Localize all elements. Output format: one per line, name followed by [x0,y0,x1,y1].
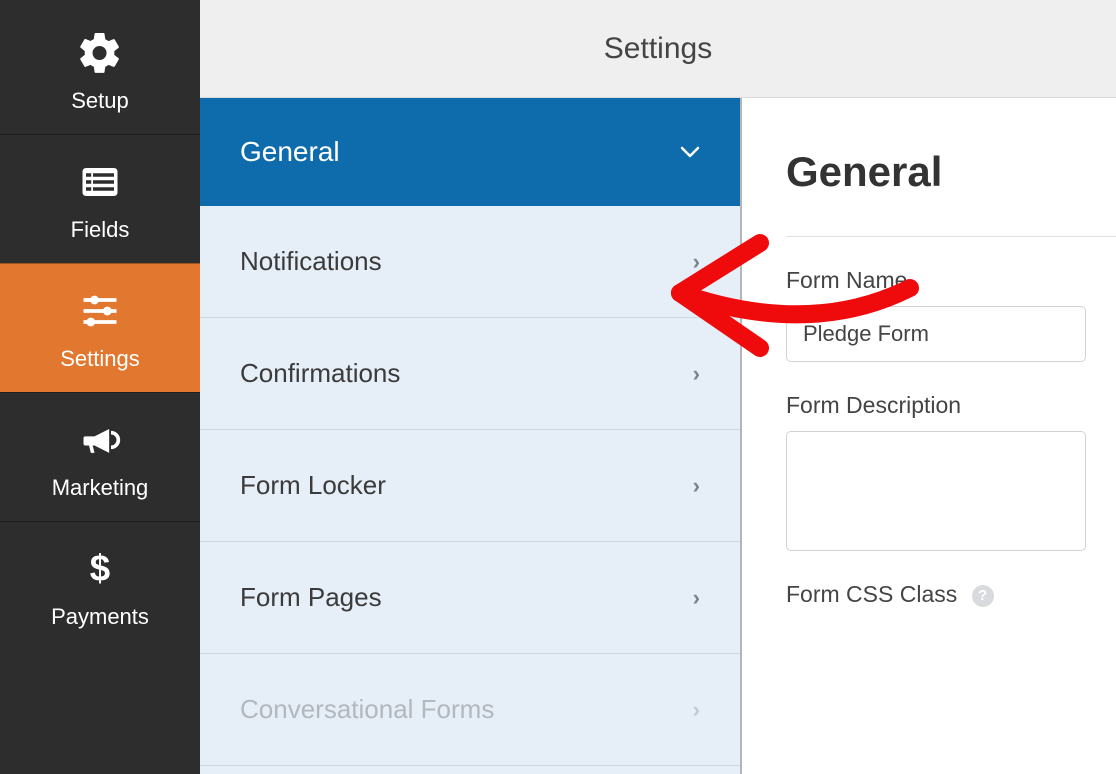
field-form-css-class: Form CSS Class ? [786,581,1116,608]
form-css-class-label: Form CSS Class ? [786,581,1116,608]
field-form-description: Form Description [786,392,1116,551]
chevron-right-icon: › [693,697,700,723]
content-heading: General [786,148,1116,196]
form-name-label: Form Name [786,267,1116,294]
settings-item-label: Notifications [240,246,382,277]
sidebar-item-settings[interactable]: Settings [0,263,200,392]
settings-item-conversational-forms[interactable]: Conversational Forms › [200,654,740,766]
settings-item-label: Form Locker [240,470,386,501]
bullhorn-icon [75,415,125,465]
sidebar-item-marketing[interactable]: Marketing [0,392,200,521]
settings-item-label: Confirmations [240,358,400,389]
sidebar-item-fields[interactable]: Fields [0,134,200,263]
settings-item-label: Form Pages [240,582,382,613]
help-icon[interactable]: ? [972,585,994,607]
divider [786,236,1116,237]
chevron-right-icon: › [693,585,700,611]
content-panel: General Form Name Form Description Form … [742,98,1116,774]
topbar: Settings [200,0,1116,98]
settings-item-confirmations[interactable]: Confirmations › [200,318,740,430]
sliders-icon [75,286,125,336]
sidebar: Setup Fields Settings Marketing $ Paymen… [0,0,200,774]
dollar-icon: $ [75,544,125,594]
panels: General Notifications › Confirmations › … [200,98,1116,774]
settings-submenu: General Notifications › Confirmations › … [200,98,742,774]
settings-item-label: General [240,136,340,168]
settings-item-general[interactable]: General [200,98,740,206]
settings-item-label: Conversational Forms [240,694,494,725]
field-form-name: Form Name [786,267,1116,362]
sidebar-item-label: Marketing [52,475,149,501]
sidebar-item-label: Setup [71,88,129,114]
right-pane: Settings General Notifications › Confirm… [200,0,1116,774]
svg-text:$: $ [90,548,110,589]
sidebar-item-label: Fields [71,217,130,243]
form-css-class-label-text: Form CSS Class [786,581,957,607]
form-name-input[interactable] [786,306,1086,362]
gear-icon [75,28,125,78]
chevron-right-icon: › [693,361,700,387]
sidebar-item-payments[interactable]: $ Payments [0,521,200,650]
chevron-right-icon: › [693,249,700,275]
sidebar-item-label: Payments [51,604,149,630]
chevron-down-icon [680,139,700,165]
settings-item-notifications[interactable]: Notifications › [200,206,740,318]
sidebar-item-label: Settings [60,346,140,372]
form-description-input[interactable] [786,431,1086,551]
settings-item-form-locker[interactable]: Form Locker › [200,430,740,542]
chevron-right-icon: › [693,473,700,499]
list-icon [75,157,125,207]
settings-item-form-pages[interactable]: Form Pages › [200,542,740,654]
form-description-label: Form Description [786,392,1116,419]
page-title: Settings [604,32,712,66]
sidebar-item-setup[interactable]: Setup [0,0,200,134]
